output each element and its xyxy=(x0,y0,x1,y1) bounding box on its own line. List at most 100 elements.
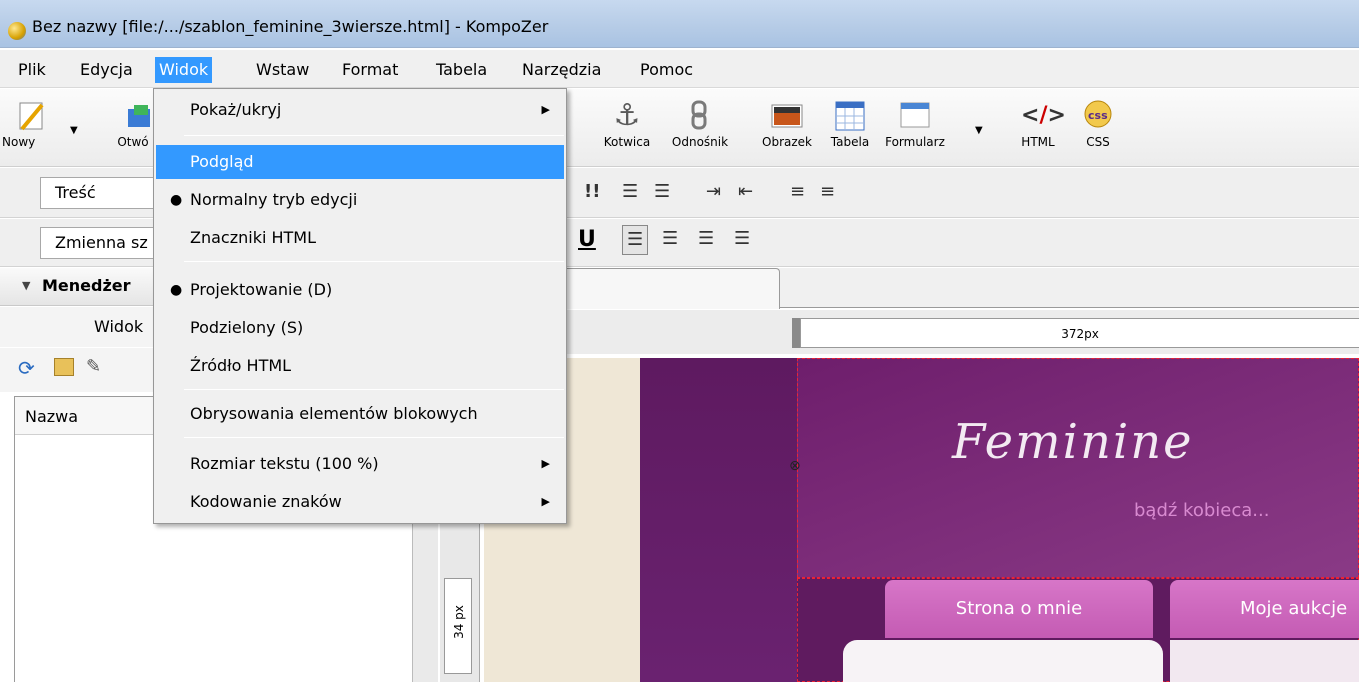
menu-item-html-tags[interactable]: Znaczniki HTML xyxy=(156,221,564,255)
form-label: Formularz xyxy=(885,135,945,149)
content-box-left xyxy=(843,640,1163,682)
menu-item-show-hide[interactable]: Pokaż/ukryj ▶ xyxy=(156,93,564,127)
align-left-icon[interactable]: ☰ xyxy=(622,225,649,255)
font-select[interactable]: Zmienna sz xyxy=(40,227,160,259)
resize-handle-icon[interactable]: ⊗ xyxy=(789,458,801,484)
outdent-icon[interactable]: ⇤ xyxy=(738,178,753,206)
align-icon-a[interactable]: ≡ xyxy=(790,178,805,206)
menu-item-preview-label: Podgląd xyxy=(190,152,254,171)
menu-item-text-size-label: Rozmiar tekstu (100 %) xyxy=(190,454,379,473)
align-justify-icon[interactable]: ☰ xyxy=(734,225,750,253)
svg-text:css: css xyxy=(1088,109,1108,122)
width-indicator: 372px xyxy=(800,318,1359,348)
bulleted-list-icon[interactable]: ☰ xyxy=(654,178,670,206)
menu-item-encoding-label: Kodowanie znaków xyxy=(190,492,342,511)
menu-item-html-tags-label: Znaczniki HTML xyxy=(190,228,317,247)
html-label: HTML xyxy=(1021,135,1055,149)
menu-widok[interactable]: Widok xyxy=(155,57,213,83)
table-icon xyxy=(833,99,867,133)
align-center-icon[interactable]: ☰ xyxy=(662,225,678,253)
ruler-handle[interactable] xyxy=(792,318,800,348)
underline-icon[interactable]: U xyxy=(578,227,596,252)
menu-pomoc[interactable]: Pomoc xyxy=(636,57,697,83)
image-button[interactable]: Obrazek xyxy=(752,95,822,163)
sidebar-title: Menedżer xyxy=(42,276,131,295)
link-label: Odnośnik xyxy=(671,135,729,149)
site-logo: Feminine xyxy=(952,414,1194,470)
image-label: Obrazek xyxy=(762,135,812,149)
menu-separator xyxy=(184,135,564,136)
open-label: Otwó xyxy=(117,135,149,149)
site-slogan: bądź kobieca... xyxy=(1134,500,1270,521)
sidebar-view-label: Widok xyxy=(94,317,144,336)
collapse-triangle-icon[interactable]: ▼ xyxy=(22,268,30,304)
menu-item-preview[interactable]: Podgląd xyxy=(156,145,564,179)
css-palette-icon: css xyxy=(1081,99,1115,133)
menu-edycja[interactable]: Edycja xyxy=(76,57,137,83)
menu-separator xyxy=(184,261,564,262)
anchor-label: Kotwica xyxy=(603,135,651,149)
title-bar: Bez nazwy [file:/.../szablon_feminine_3w… xyxy=(0,0,1359,48)
menu-narzedzia[interactable]: Narzędzia xyxy=(518,57,605,83)
window-title: Bez nazwy [file:/.../szablon_feminine_3w… xyxy=(32,17,549,36)
form-icon xyxy=(898,99,932,133)
align-right-icon[interactable]: ☰ xyxy=(698,225,714,253)
menu-item-html-source[interactable]: Źródło HTML xyxy=(156,349,564,383)
paragraph-style-select[interactable]: Treść xyxy=(40,177,160,209)
link-button[interactable]: Odnośnik xyxy=(668,95,732,163)
anchor-icon: ⚓ xyxy=(613,98,641,133)
content-box-right xyxy=(1170,640,1359,682)
table-label: Tabela xyxy=(830,135,870,149)
folder-icon xyxy=(116,99,154,133)
html-tag-icon: </> xyxy=(1021,103,1066,128)
numbered-list-icon[interactable]: ☰ xyxy=(622,178,638,206)
nav-button-auctions[interactable]: Moje aukcje xyxy=(1170,580,1359,638)
menu-separator xyxy=(184,389,564,390)
refresh-icon[interactable]: ⟳ xyxy=(18,356,35,380)
app-logo-icon xyxy=(8,22,26,40)
view-menu-dropdown: Pokaż/ukryj ▶ Podgląd ● Normalny tryb ed… xyxy=(153,88,567,524)
form-button[interactable]: Formularz xyxy=(878,95,952,163)
chain-link-icon xyxy=(683,99,717,133)
menu-item-html-source-label: Źródło HTML xyxy=(190,356,292,375)
edit-icon[interactable]: ✎ xyxy=(86,356,101,377)
css-label: CSS xyxy=(1086,135,1110,149)
html-button[interactable]: </> HTML xyxy=(1016,95,1066,163)
new-button[interactable]: Nowy xyxy=(0,95,62,163)
css-button[interactable]: css CSS xyxy=(1076,95,1120,163)
menu-format[interactable]: Format xyxy=(338,57,402,83)
emphasis-icon[interactable]: !! xyxy=(584,178,600,206)
new-label: Nowy xyxy=(2,135,36,149)
radio-dot-icon: ● xyxy=(170,282,183,298)
height-indicator: 34 px xyxy=(444,578,472,674)
document-tab[interactable] xyxy=(560,268,780,309)
pencil-icon xyxy=(14,99,48,133)
submenu-arrow-icon: ▶ xyxy=(541,103,550,116)
new-folder-icon[interactable] xyxy=(54,358,74,376)
menu-separator xyxy=(184,437,564,438)
menu-item-encoding[interactable]: Kodowanie znaków ▶ xyxy=(156,485,564,519)
radio-dot-icon: ● xyxy=(170,192,183,208)
menu-item-text-size[interactable]: Rozmiar tekstu (100 %) ▶ xyxy=(156,447,564,481)
open-button[interactable]: Otwó xyxy=(110,95,156,163)
menu-item-block-outlines-label: Obrysowania elementów blokowych xyxy=(190,404,478,423)
menu-item-design[interactable]: ● Projektowanie (D) xyxy=(156,273,564,307)
align-icon-b[interactable]: ≡ xyxy=(820,178,835,206)
menu-item-normal-edit-label: Normalny tryb edycji xyxy=(190,190,358,209)
menu-tabela[interactable]: Tabela xyxy=(432,57,491,83)
menu-wstaw[interactable]: Wstaw xyxy=(252,57,313,83)
table-button[interactable]: Tabela xyxy=(826,95,874,163)
new-dropdown-arrow-icon[interactable]: ▼ xyxy=(70,125,78,136)
nav-button-about[interactable]: Strona o mnie xyxy=(885,580,1153,638)
menu-item-block-outlines[interactable]: Obrysowania elementów blokowych xyxy=(156,397,564,431)
menu-item-split[interactable]: Podzielony (S) xyxy=(156,311,564,345)
submenu-arrow-icon: ▶ xyxy=(541,495,550,508)
menu-bar: Plik Edycja Widok Wstaw Format Tabela Na… xyxy=(0,50,1359,88)
menu-item-normal-edit[interactable]: ● Normalny tryb edycji xyxy=(156,183,564,217)
anchor-button[interactable]: ⚓ Kotwica xyxy=(596,95,658,163)
indent-icon[interactable]: ⇥ xyxy=(706,178,721,206)
submenu-arrow-icon: ▶ xyxy=(541,457,550,470)
image-icon xyxy=(770,99,804,133)
menu-plik[interactable]: Plik xyxy=(14,57,50,83)
form-dropdown-arrow-icon[interactable]: ▼ xyxy=(975,125,983,136)
